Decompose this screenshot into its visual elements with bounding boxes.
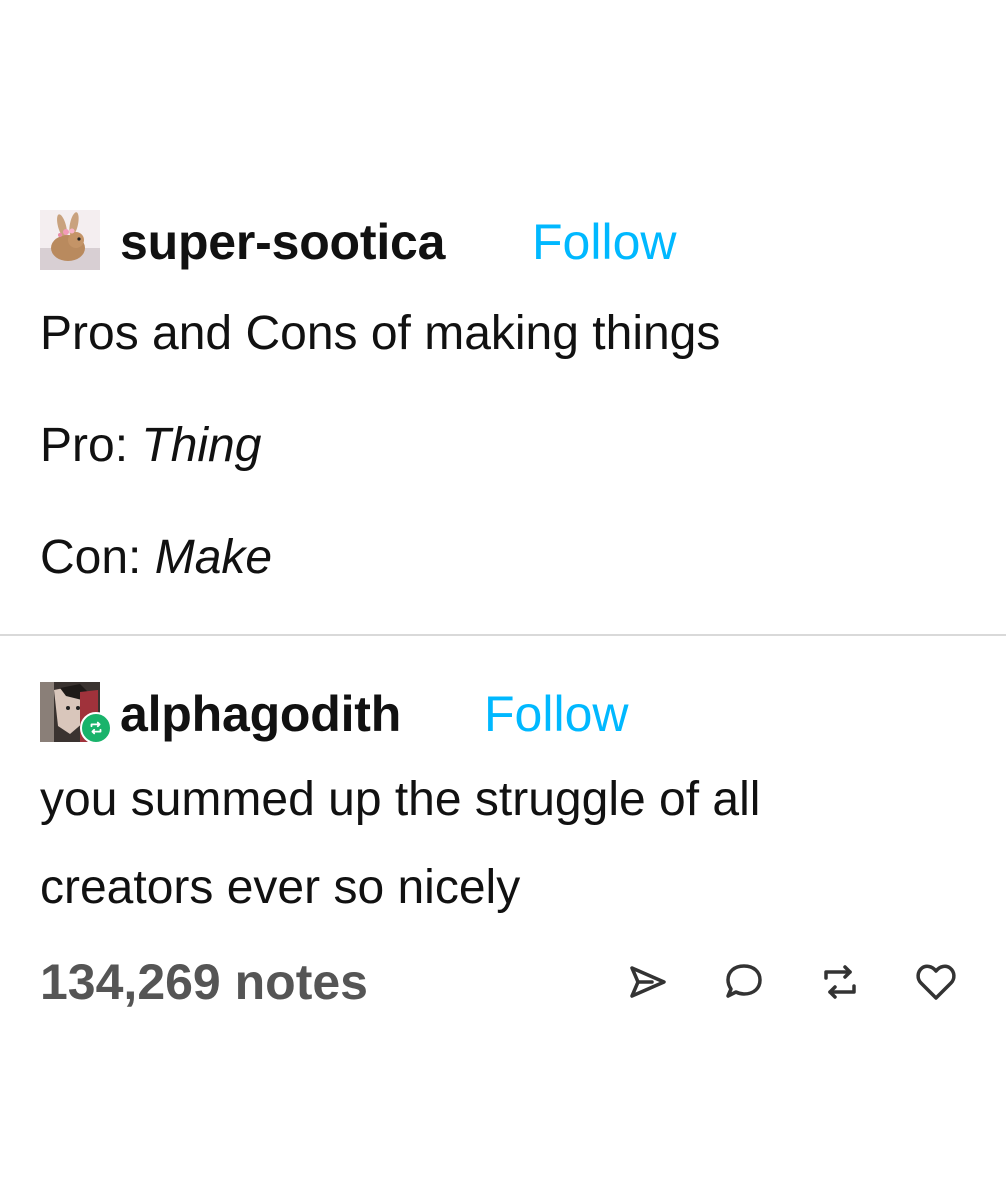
- username[interactable]: super-sootica: [120, 214, 445, 270]
- notes-count[interactable]: 134,269 notes: [40, 952, 368, 1012]
- post-divider: [0, 634, 1006, 636]
- con-line: Con: Make: [40, 530, 272, 586]
- share-icon[interactable]: [624, 958, 672, 1006]
- comment-line-2: creators ever so nicely: [40, 861, 521, 914]
- reblog-icon[interactable]: [816, 958, 864, 1006]
- bunny-avatar-icon[interactable]: [40, 210, 100, 270]
- comment-line-1: you summed up the struggle of all: [40, 773, 761, 826]
- con-label: Con:: [40, 531, 142, 584]
- follow-button[interactable]: Follow: [484, 686, 628, 742]
- reblog-badge-icon: [80, 712, 112, 744]
- reblog-header: alphagodith Follow: [0, 672, 1006, 750]
- reply-icon[interactable]: [720, 958, 768, 1006]
- post-title: Pros and Cons of making things: [40, 307, 721, 360]
- pro-line: Pro: Thing: [40, 418, 261, 474]
- like-icon[interactable]: [912, 958, 960, 1006]
- con-value: Make: [154, 531, 273, 584]
- pro-value: Thing: [141, 419, 262, 472]
- post-header: super-sootica Follow: [0, 200, 1006, 278]
- follow-button[interactable]: Follow: [532, 214, 676, 270]
- original-post: super-sootica Follow Pros and Cons of ma…: [0, 200, 1006, 584]
- username[interactable]: alphagodith: [120, 686, 401, 742]
- reblog-post: alphagodith Follow you summed up the str…: [0, 672, 1006, 914]
- pro-label: Pro:: [40, 419, 129, 472]
